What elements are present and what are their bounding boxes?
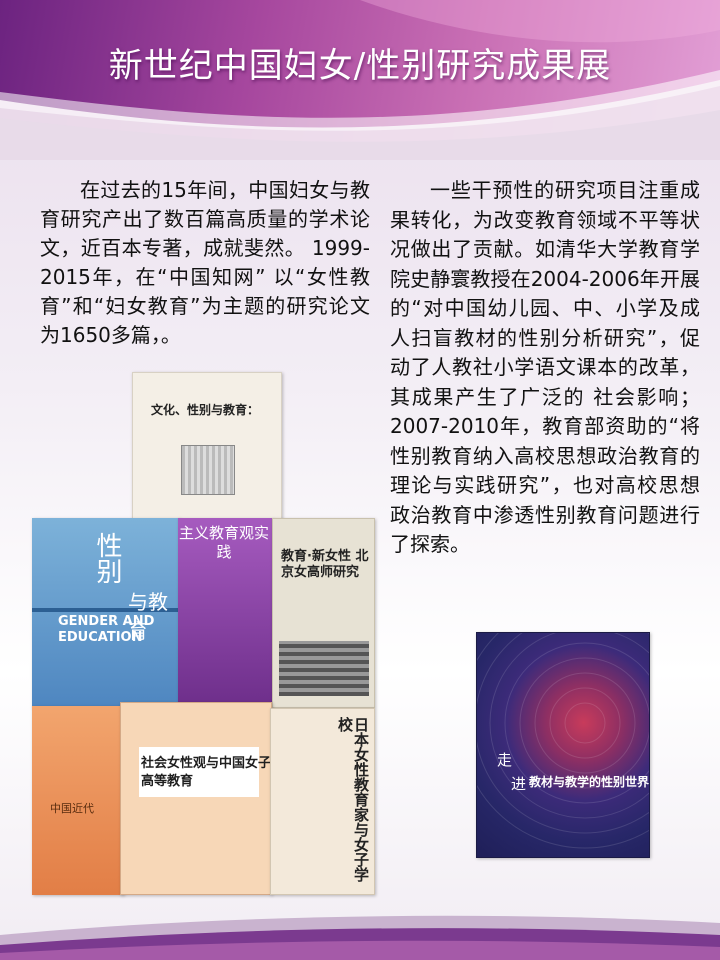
left-paragraph: 在过去的15年间，中国妇女与教育研究产出了数百篇高质量的学术论文，近百本专著，成… [40, 178, 370, 347]
book-title: 性别 [92, 532, 122, 584]
book-cover-new-women: 教育·新女性 北京女高师研究 [272, 518, 375, 708]
book-cover-japan-female-educators: 日本女性教育家与女子学校 [270, 708, 375, 895]
footer-band [0, 905, 720, 960]
header-band: 新世纪中国妇女/性别研究成果展 [0, 0, 720, 160]
book-cover-purple: 主义教育观实践 [178, 518, 273, 708]
page-title: 新世纪中国妇女/性别研究成果展 [108, 46, 612, 86]
book-title-char-1: 走 [497, 751, 513, 769]
cover-ring-pattern [477, 633, 649, 849]
book-title: 文化、性别与教育： [151, 403, 260, 417]
book-subtitle: 教材与教学的性别世界 [529, 775, 650, 789]
book-title: 教育·新女性 北京女高师研究 [281, 549, 369, 580]
right-paragraph: 一些干预性的研究项目注重成果转化，为改变教育领域不平等状况做出了贡献。如清华大学… [390, 178, 700, 556]
book-cover-gender-world-of-textbooks: 走 进 教材与教学的性别世界 [476, 632, 650, 858]
book-photo [279, 641, 369, 696]
right-text-column: 一些干预性的研究项目注重成果转化，为改变教育领域不平等状况做出了贡献。如清华大学… [390, 176, 700, 560]
book-illustration [181, 445, 235, 495]
book-title: 日本女性教育家与女子学校 [336, 717, 370, 882]
book-title-char-2: 进 [511, 775, 527, 793]
book-cover-social-female-view: 社会女性观与中国女子高等教育 [120, 702, 272, 895]
book-title: 主义教育观实践 [178, 524, 269, 561]
book-title: 社会女性观与中国女子高等教育 [141, 756, 272, 789]
left-text-column: 在过去的15年间，中国妇女与教育研究产出了数百篇高质量的学术论文，近百本专著，成… [40, 176, 370, 350]
book-cover-culture-gender-education: 文化、性别与教育： [132, 372, 282, 522]
book-cover-gender-and-education: 性别 与教育 GENDER AND EDUCATION [32, 518, 180, 708]
book-cover-orange: 中国近代 [32, 706, 124, 895]
book-title: 中国近代 [50, 802, 94, 815]
footer-swoosh [0, 915, 720, 960]
book-english-title: GENDER AND EDUCATION [58, 614, 155, 645]
